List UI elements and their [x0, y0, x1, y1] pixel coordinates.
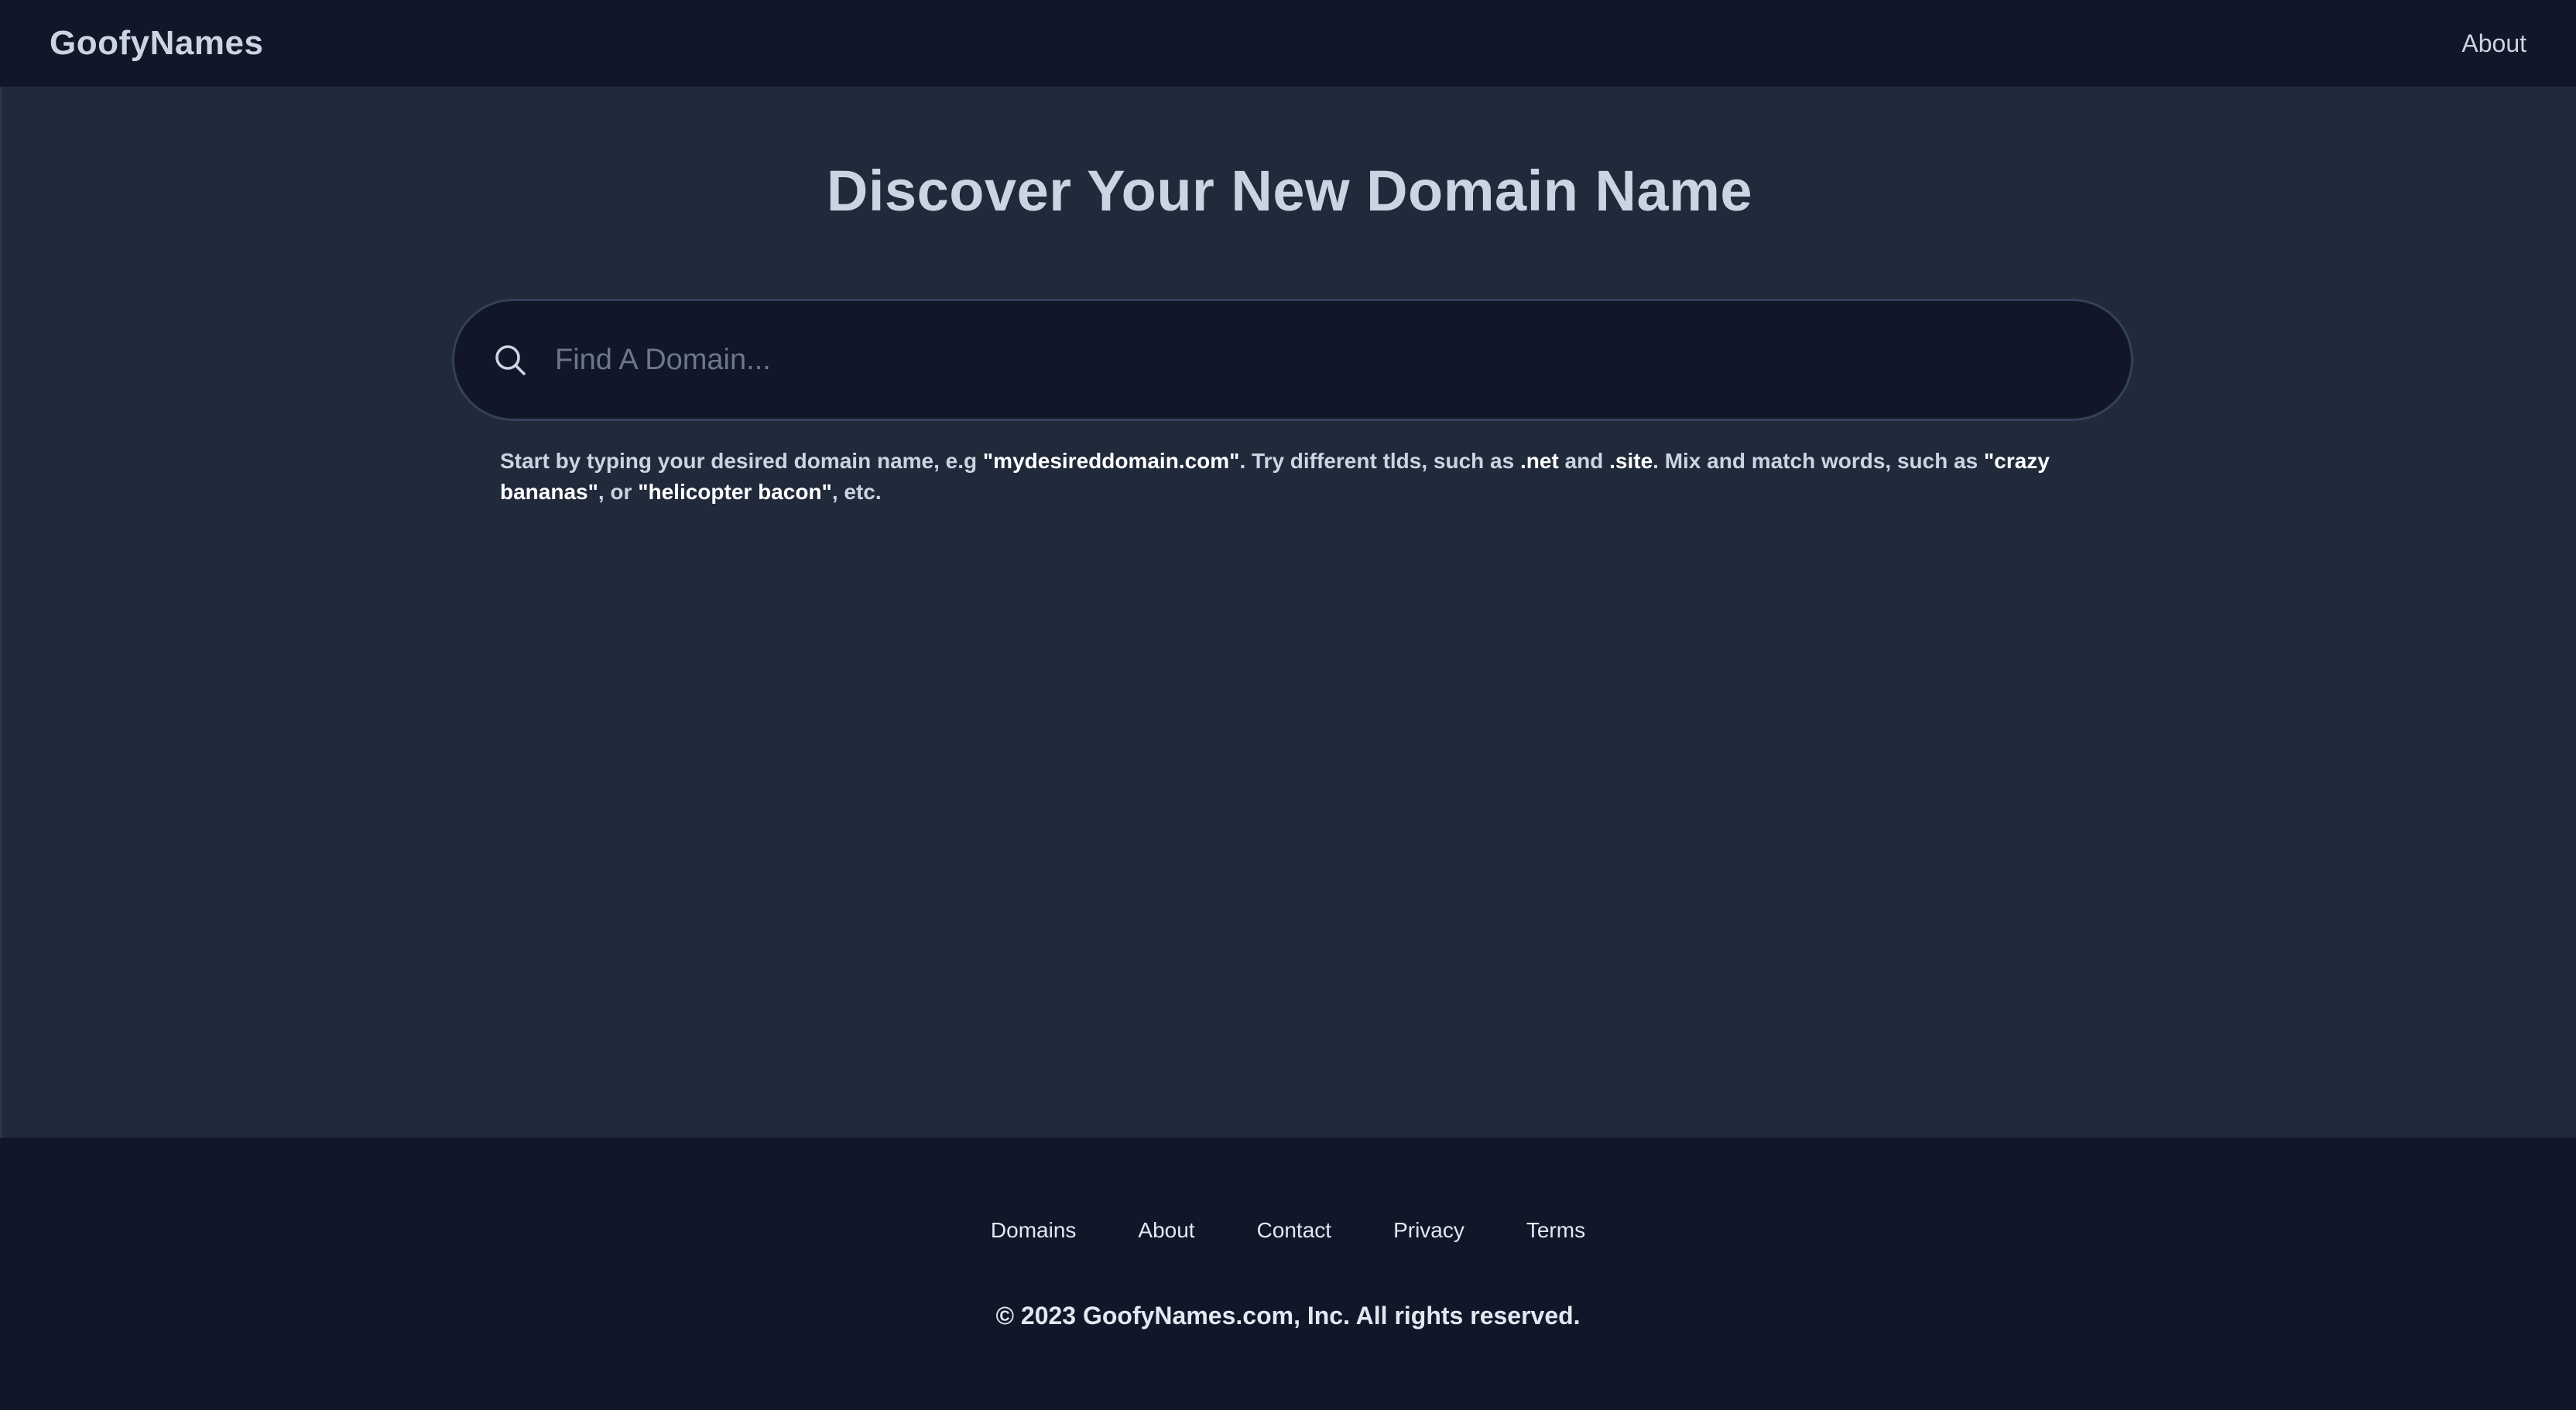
domain-search-box[interactable] — [452, 299, 2133, 421]
hint-tld-net: .net — [1519, 449, 1559, 473]
footer-link-about[interactable]: About — [1107, 1218, 1225, 1243]
footer-link-terms[interactable]: Terms — [1495, 1218, 1616, 1243]
search-icon — [495, 345, 526, 375]
footer-links: Domains About Contact Privacy Terms — [0, 1218, 2576, 1243]
main-content: Discover Your New Domain Name Start by t… — [0, 87, 2576, 1138]
nav-about-link[interactable]: About — [2461, 29, 2526, 58]
hint-text: and — [1558, 449, 1610, 473]
hint-text: . Try different tlds, such as — [1239, 449, 1520, 473]
hint-text: , or — [598, 480, 639, 504]
site-footer: Domains About Contact Privacy Terms © 20… — [0, 1138, 2576, 1410]
hint-text: , etc. — [831, 480, 882, 504]
site-logo[interactable]: GoofyNames — [50, 24, 263, 63]
footer-link-contact[interactable]: Contact — [1226, 1218, 1363, 1243]
hint-text: . Mix and match words, such as — [1653, 449, 1985, 473]
footer-link-privacy[interactable]: Privacy — [1362, 1218, 1495, 1243]
hint-text: Start by typing your desired domain name… — [500, 449, 983, 473]
top-navbar: GoofyNames About — [0, 0, 2576, 87]
hint-example-words-2: "helicopter bacon" — [638, 480, 832, 504]
hint-tld-site: .site — [1609, 449, 1653, 473]
copyright-text: © 2023 GoofyNames.com, Inc. All rights r… — [995, 1302, 1581, 1330]
page-title: Discover Your New Domain Name — [826, 159, 1753, 223]
domain-search-input[interactable] — [555, 301, 2131, 419]
footer-link-domains[interactable]: Domains — [960, 1218, 1107, 1243]
hint-example-domain: "mydesireddomain.com" — [982, 449, 1240, 473]
search-hint: Start by typing your desired domain name… — [500, 446, 2095, 508]
